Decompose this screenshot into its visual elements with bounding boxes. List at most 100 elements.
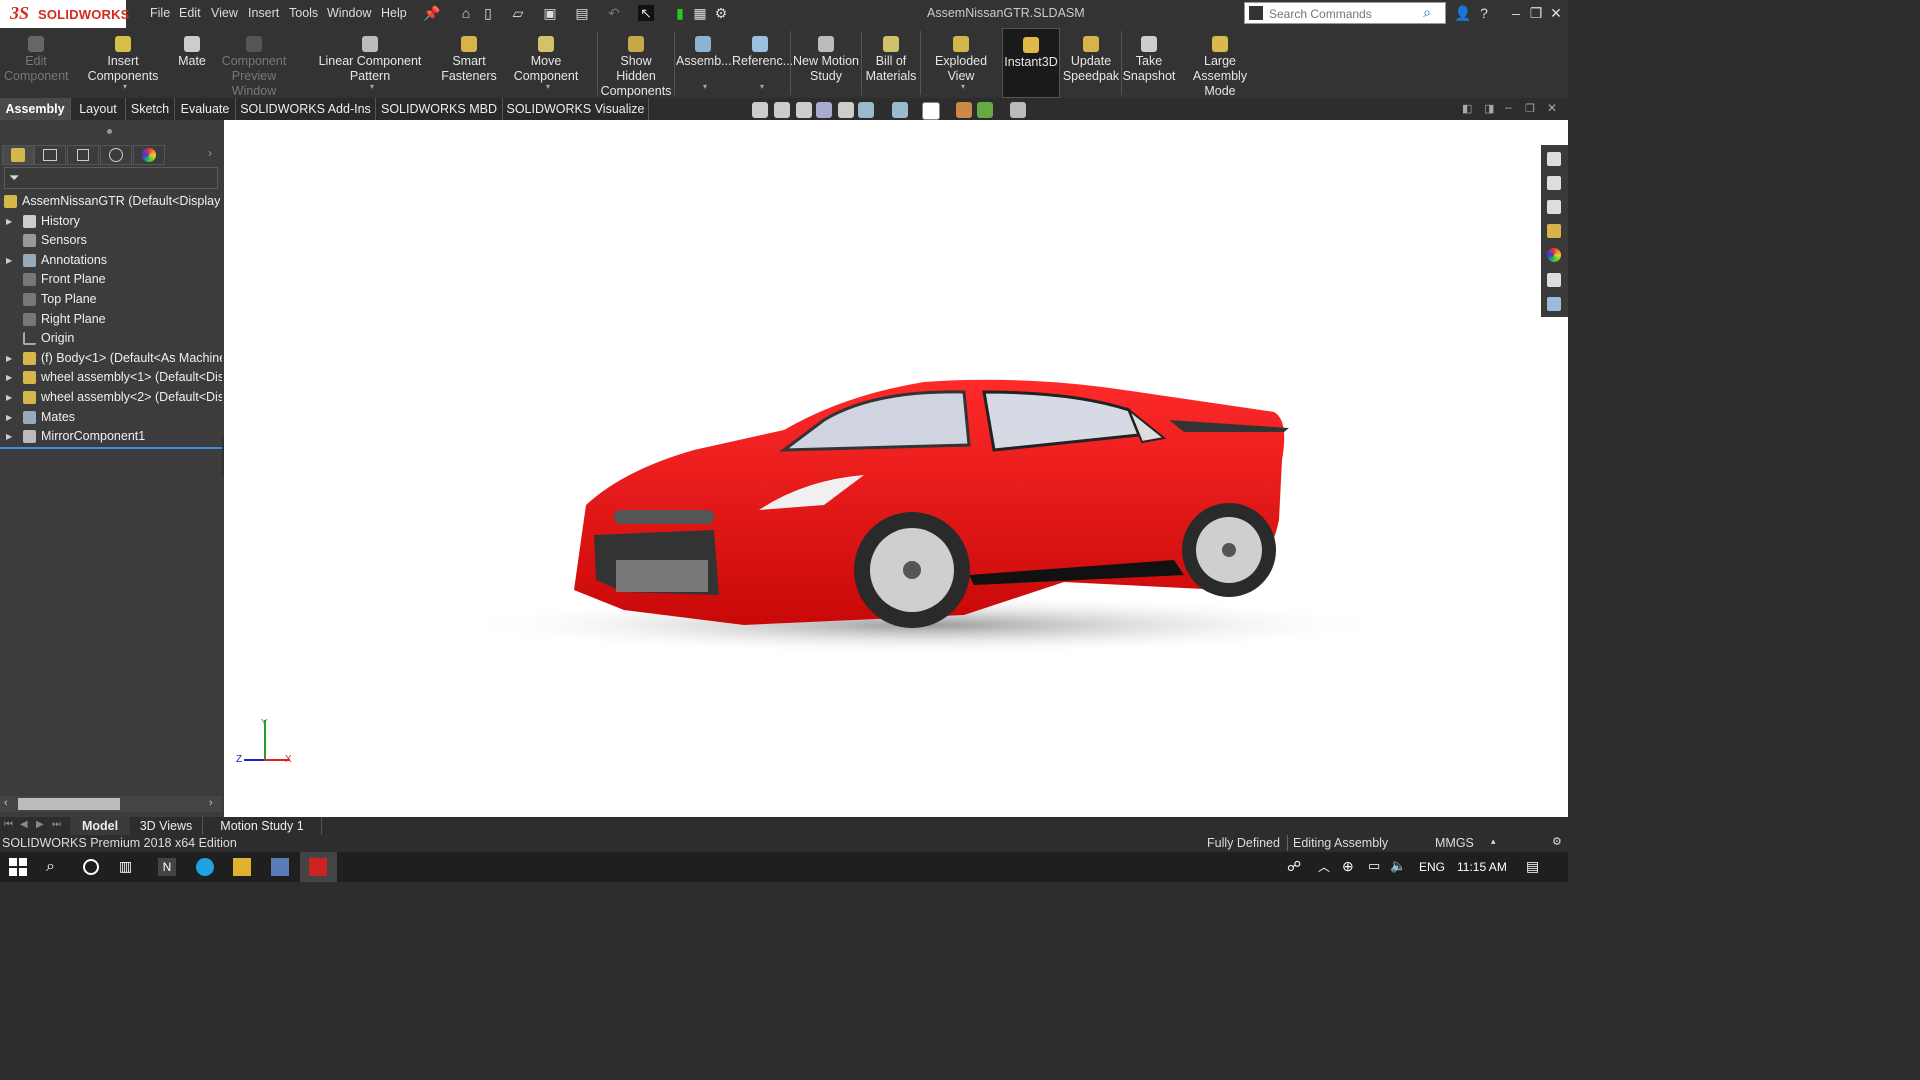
- user-icon[interactable]: 👤: [1454, 5, 1471, 21]
- units-caret-icon[interactable]: ▴: [1491, 836, 1496, 847]
- custom-properties-icon[interactable]: [1547, 273, 1561, 287]
- zoom-to-fit-icon[interactable]: [752, 102, 768, 118]
- app-n-icon[interactable]: N: [158, 858, 176, 876]
- menu-file[interactable]: File: [150, 6, 170, 20]
- tree-item-wheel-assembly-1[interactable]: ▶ wheel assembly<1> (Default<Dis: [0, 368, 222, 387]
- view-palette-icon[interactable]: [1547, 224, 1561, 238]
- tray-chevron-icon[interactable]: ︿: [1318, 858, 1336, 876]
- rollback-bar[interactable]: [0, 447, 222, 449]
- pin-icon[interactable]: 📌: [423, 5, 440, 21]
- display-style-icon[interactable]: [892, 102, 908, 118]
- cortana-icon[interactable]: [83, 859, 99, 875]
- forum-icon[interactable]: [1547, 297, 1561, 311]
- tree-item-mates[interactable]: ▶ Mates: [0, 408, 222, 427]
- solidworks-logo[interactable]: 3S SOLIDWORKS: [0, 0, 129, 28]
- restore-icon[interactable]: ❐: [1528, 5, 1544, 21]
- file-explorer-icon[interactable]: [1547, 200, 1561, 214]
- scroll-right-icon[interactable]: ›: [209, 797, 213, 809]
- insert-components-button[interactable]: Insert Components ▾: [72, 28, 174, 98]
- tree-item-top-plane[interactable]: Top Plane: [0, 290, 222, 309]
- tab-mbd[interactable]: SOLIDWORKS MBD: [376, 98, 503, 120]
- expand-arrow-icon[interactable]: ▶: [6, 368, 12, 387]
- expand-arrow-icon[interactable]: ▶: [6, 212, 12, 231]
- expand-arrow-icon[interactable]: ▶: [6, 349, 12, 368]
- property-manager-tab-icon[interactable]: [34, 145, 66, 165]
- rebuild-icon[interactable]: ⚙: [1552, 835, 1562, 848]
- tree-item-wheel-assembly-2[interactable]: ▶ wheel assembly<2> (Default<Dis: [0, 388, 222, 407]
- task-view-icon[interactable]: ▥: [119, 858, 137, 876]
- dynamic-annotation-icon[interactable]: [838, 102, 854, 118]
- tree-item-right-plane[interactable]: Right Plane: [0, 310, 222, 329]
- assembly-features-button[interactable]: Assemb... ▾: [676, 28, 732, 98]
- expand-arrow-icon[interactable]: ▶: [6, 408, 12, 427]
- scroll-thumb[interactable]: [18, 798, 120, 810]
- move-component-button[interactable]: Move Component ▾: [498, 28, 594, 98]
- chevron-down-icon[interactable]: ▾: [703, 79, 707, 94]
- volume-icon[interactable]: 🔈: [1390, 858, 1408, 876]
- apply-scene-icon[interactable]: [977, 102, 993, 118]
- chevron-down-icon[interactable]: ▾: [961, 79, 965, 94]
- language-indicator[interactable]: ENG: [1419, 860, 1445, 874]
- photos-icon[interactable]: [271, 858, 289, 876]
- tile-icon[interactable]: ◧: [1462, 102, 1472, 115]
- edit-appearance-icon[interactable]: [956, 102, 972, 118]
- zoom-to-area-icon[interactable]: [774, 102, 790, 118]
- view-orientation-icon[interactable]: [858, 102, 874, 118]
- bill-of-materials-button[interactable]: Bill of Materials: [863, 28, 919, 98]
- select-icon[interactable]: ↖: [638, 5, 654, 21]
- file-properties-icon[interactable]: ▦: [692, 5, 708, 21]
- tab-scroll-first-icon[interactable]: ⏮: [4, 819, 13, 830]
- file-explorer-taskbar-icon[interactable]: [233, 858, 251, 876]
- component-preview-button[interactable]: Component Preview Window: [210, 28, 298, 98]
- chevron-right-icon[interactable]: ›: [208, 146, 212, 160]
- configuration-manager-tab-icon[interactable]: [67, 145, 99, 165]
- panel-grip-icon[interactable]: [107, 129, 112, 134]
- instant3d-button[interactable]: Instant3D: [1002, 28, 1060, 98]
- tab-scroll-next-icon[interactable]: ▶: [36, 819, 44, 830]
- close-icon[interactable]: ✕: [1548, 5, 1564, 21]
- feature-manager-tab-icon[interactable]: [2, 145, 34, 165]
- mate-button[interactable]: Mate: [175, 28, 209, 98]
- tab-assembly[interactable]: Assembly: [0, 98, 71, 120]
- graphics-area[interactable]: Y Z X: [224, 120, 1568, 817]
- people-icon[interactable]: ☍: [1287, 858, 1305, 876]
- tree-item-sensors[interactable]: Sensors: [0, 231, 222, 250]
- tab-addins[interactable]: SOLIDWORKS Add-Ins: [236, 98, 376, 120]
- tree-item-body[interactable]: ▶ (f) Body<1> (Default<As Machine: [0, 349, 222, 368]
- linear-pattern-button[interactable]: Linear Component Pattern ▾: [300, 28, 440, 98]
- tab-3d-views[interactable]: 3D Views: [132, 817, 200, 835]
- show-hidden-button[interactable]: Show Hidden Components: [600, 28, 672, 98]
- tree-item-history[interactable]: ▶ History: [0, 212, 222, 231]
- menu-insert[interactable]: Insert: [248, 6, 279, 20]
- edge-icon[interactable]: [196, 858, 214, 876]
- tab-scroll-last-icon[interactable]: ⏭: [52, 819, 61, 830]
- doc-restore-icon[interactable]: ❐: [1525, 102, 1535, 115]
- chevron-down-icon[interactable]: ▾: [123, 79, 127, 94]
- network-icon[interactable]: ⊕: [1342, 858, 1360, 876]
- edit-component-button[interactable]: Edit Component: [4, 28, 69, 98]
- menu-window[interactable]: Window: [327, 6, 371, 20]
- magnifier-icon[interactable]: ⌕: [1423, 4, 1431, 21]
- expand-arrow-icon[interactable]: ▶: [6, 388, 12, 407]
- chevron-down-icon[interactable]: ▾: [760, 79, 764, 94]
- horizontal-scrollbar[interactable]: ‹ ›: [0, 796, 222, 812]
- tree-filter[interactable]: ⏷: [4, 167, 218, 189]
- chevron-down-icon[interactable]: ▾: [370, 79, 374, 94]
- expand-arrow-icon[interactable]: ▶: [6, 427, 12, 446]
- search-input[interactable]: [1267, 5, 1421, 23]
- new-file-icon[interactable]: ▯: [480, 5, 496, 21]
- tab-evaluate[interactable]: Evaluate: [175, 98, 236, 120]
- tree-item-front-plane[interactable]: Front Plane: [0, 270, 222, 289]
- tree-item-annotations[interactable]: ▶ Annotations: [0, 251, 222, 270]
- units-selector[interactable]: MMGS: [1435, 836, 1474, 850]
- menu-help[interactable]: Help: [381, 6, 407, 20]
- tab-sketch[interactable]: Sketch: [126, 98, 175, 120]
- clock[interactable]: 11:15 AM: [1457, 860, 1507, 874]
- new-motion-study-button[interactable]: New Motion Study: [792, 28, 860, 98]
- tab-layout[interactable]: Layout: [71, 98, 126, 120]
- large-assembly-mode-button[interactable]: Large Assembly Mode: [1176, 28, 1264, 98]
- expand-arrow-icon[interactable]: ▶: [6, 251, 12, 270]
- tab-visualize[interactable]: SOLIDWORKS Visualize: [503, 98, 649, 120]
- tab-model[interactable]: Model: [70, 817, 130, 835]
- taskbar-search-icon[interactable]: ⌕: [46, 858, 64, 876]
